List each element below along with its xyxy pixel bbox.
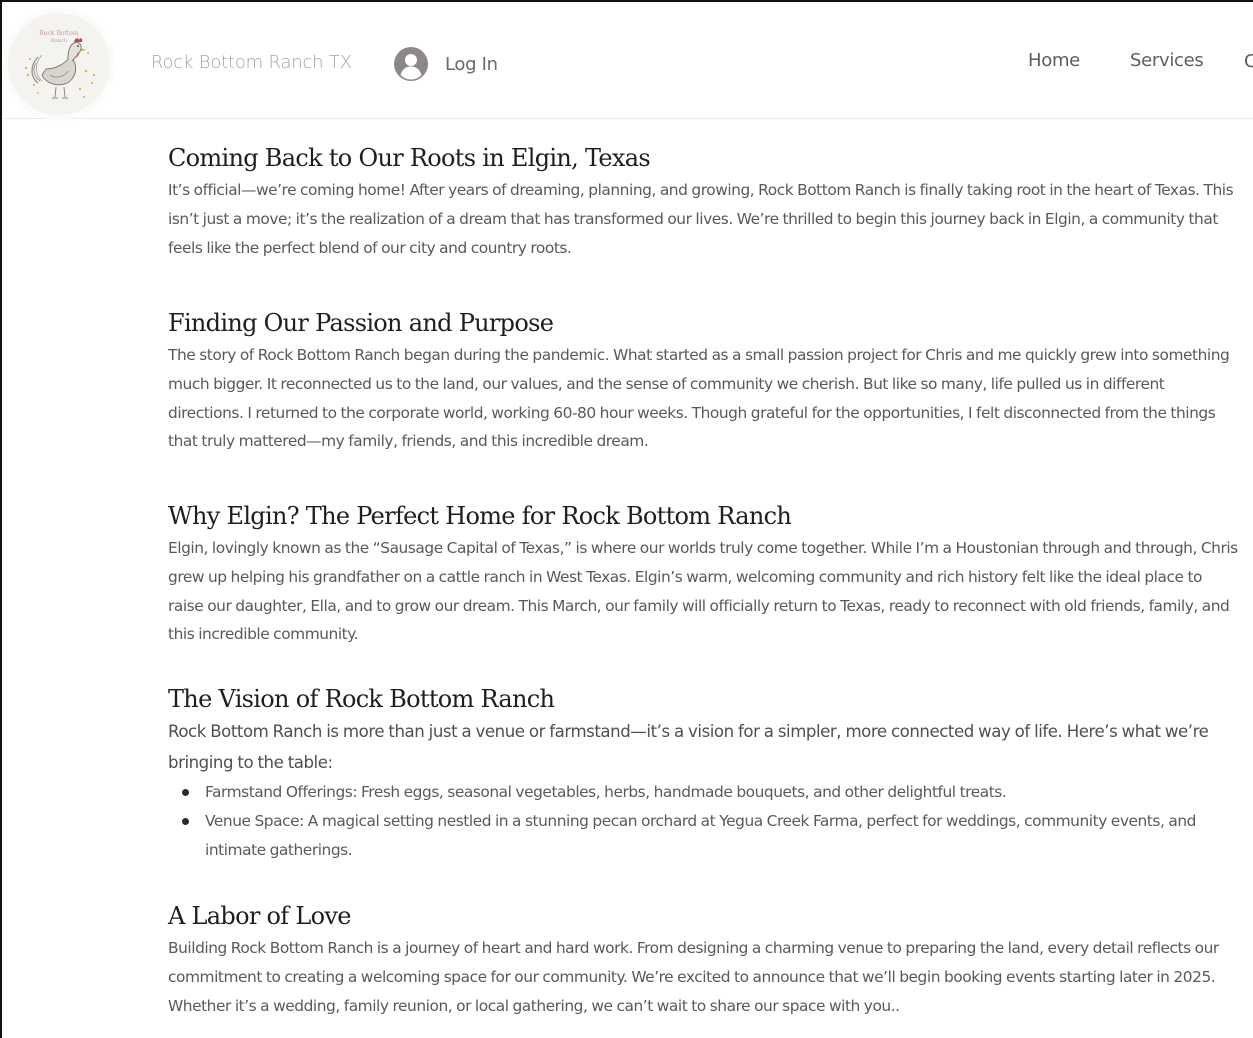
section-body: The story of Rock Bottom Ranch began dur… (168, 346, 1230, 451)
list-item-farmstand: Farmstand Offerings: Fresh eggs, seasona… (168, 778, 1238, 807)
section-heading: A Labor of Love (168, 902, 351, 930)
offer-list: Farmstand Offerings: Fresh eggs, seasona… (168, 778, 1238, 864)
rooster-logo-image: Rock Bottom Ranch (8, 13, 110, 115)
nav-next-item-truncated[interactable]: C (1244, 51, 1253, 75)
section-labor-of-love: A Labor of Love Building Rock Bottom Ran… (168, 898, 1238, 1020)
nav-cut-glyph: C (1244, 51, 1253, 72)
section-body: Building Rock Bottom Ranch is a journey … (168, 939, 1219, 1015)
section-heading: Why Elgin? The Perfect Home for Rock Bot… (168, 502, 792, 530)
svg-text:Rock Bottom: Rock Bottom (39, 30, 78, 37)
section-heading: Coming Back to Our Roots in Elgin, Texas (168, 144, 651, 172)
list-item-venue: Venue Space: A magical setting nestled i… (168, 807, 1238, 865)
site-logo[interactable]: Rock Bottom Ranch (8, 13, 110, 115)
site-header: Rock Bottom Ranch Rock Bottom Ranch TX L… (0, 0, 1253, 119)
section-body: Rock Bottom Ranch is more than just a ve… (168, 722, 1209, 772)
section-vision: The Vision of Rock Bottom Ranch Rock Bot… (168, 681, 1238, 864)
section-body: It’s official—we’re coming home! After y… (168, 181, 1234, 257)
section-heading: Finding Our Passion and Purpose (168, 309, 554, 337)
user-avatar-icon (394, 47, 428, 81)
section-body: Elgin, lovingly known as the “Sausage Ca… (168, 539, 1238, 644)
svg-text:Ranch: Ranch (51, 38, 68, 44)
section-roots: Coming Back to Our Roots in Elgin, Texas… (168, 140, 1238, 262)
login-button[interactable]: Log In (394, 46, 498, 82)
list-item-text: Venue Space: A magical setting nestled i… (205, 811, 1196, 859)
bullet-icon (182, 789, 189, 796)
section-passion: Finding Our Passion and Purpose The stor… (168, 305, 1238, 456)
bullet-icon (182, 817, 189, 825)
nav-services[interactable]: Services (1130, 50, 1204, 71)
nav-home[interactable]: Home (1028, 50, 1080, 71)
section-why-elgin: Why Elgin? The Perfect Home for Rock Bot… (168, 498, 1238, 649)
list-item-text: Farmstand Offerings: Fresh eggs, seasona… (205, 783, 1007, 801)
site-title[interactable]: Rock Bottom Ranch TX (151, 52, 352, 73)
section-heading: The Vision of Rock Bottom Ranch (168, 685, 555, 713)
login-label: Log In (445, 53, 498, 75)
